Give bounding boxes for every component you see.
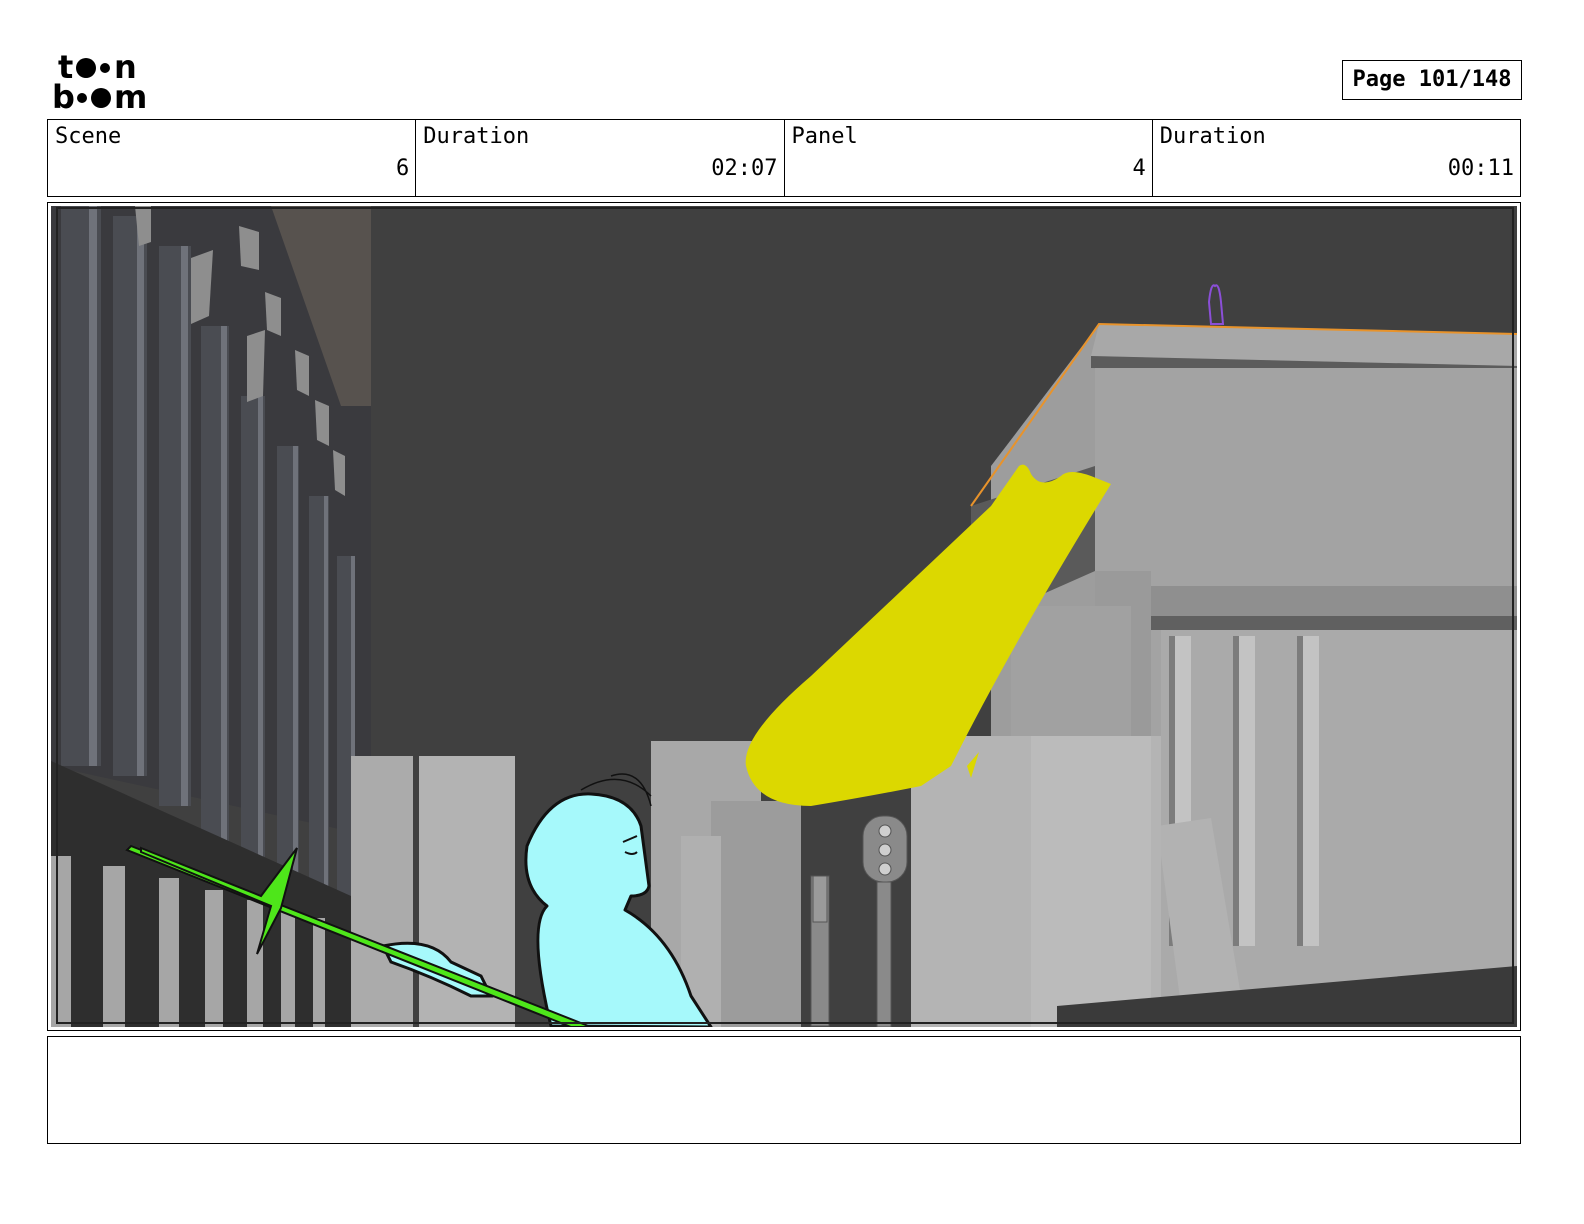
panel-duration-label: Duration (1159, 124, 1266, 149)
page-number: Page 101/148 (1342, 60, 1522, 100)
svg-text:b: b (52, 78, 75, 112)
scene-cell: Scene 6 (48, 120, 417, 196)
panel-duration-cell: Duration 00:11 (1153, 120, 1520, 196)
svg-text:m: m (114, 78, 147, 112)
scene-duration-cell: Duration 02:07 (416, 120, 785, 196)
scene-label: Scene (55, 124, 122, 149)
storyboard-panel-image (51, 206, 1517, 1027)
toon-boom-logo: t n b m (52, 48, 147, 112)
scene-value: 6 (396, 156, 410, 181)
panel-info-row: Scene 6 Duration 02:07 Panel 4 Duration … (47, 119, 1521, 197)
panel-value: 4 (1132, 156, 1146, 181)
panel-label: Panel (791, 124, 858, 149)
panel-duration-value: 00:11 (1447, 156, 1514, 181)
panel-cell: Panel 4 (785, 120, 1153, 196)
panel-notes-box[interactable] (47, 1036, 1521, 1144)
left-colonnade (51, 206, 371, 1027)
scene-duration-value: 02:07 (711, 156, 778, 181)
scene-duration-label: Duration (423, 124, 530, 149)
